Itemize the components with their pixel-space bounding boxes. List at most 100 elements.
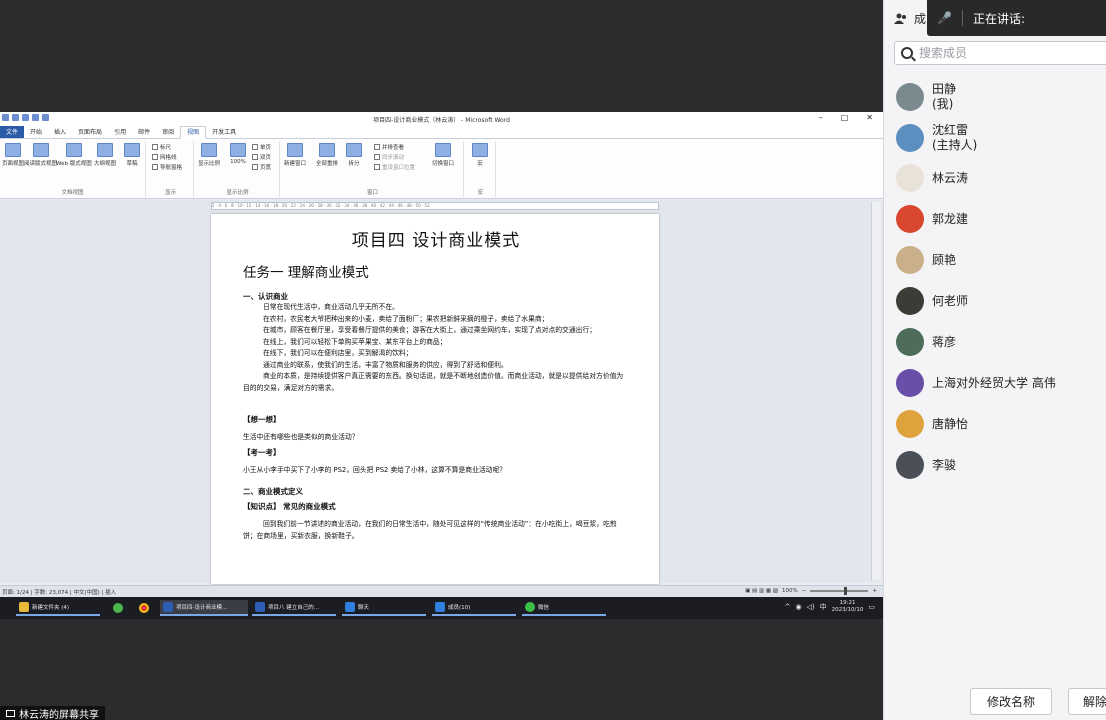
notification-icon[interactable]: ▭ bbox=[868, 603, 875, 611]
macro-button[interactable]: 宏 bbox=[472, 143, 488, 167]
speaking-indicator: 🎤 正在讲话: bbox=[927, 0, 1106, 36]
member-item[interactable]: 唐静怡 bbox=[896, 410, 968, 438]
document-page[interactable]: 项目四 设计商业模式 任务一 理解商业模式 一、认识商业 日常在现代生活中，商业… bbox=[211, 214, 659, 584]
taskbar-word-doc-2[interactable]: 项目八 建立自己的... bbox=[252, 600, 336, 616]
taskbar-wechat[interactable]: 微信 bbox=[522, 600, 606, 616]
member-name: 何老师 bbox=[932, 293, 969, 308]
new-window-button[interactable]: 新建窗口 bbox=[284, 143, 306, 167]
rename-button[interactable]: 修改名称 bbox=[970, 688, 1052, 715]
meeting-icon bbox=[435, 602, 445, 612]
split-button[interactable]: 拆分 bbox=[346, 143, 362, 167]
group-label: 显示 bbox=[164, 190, 176, 196]
tray-network-icon[interactable]: ◉ bbox=[795, 603, 801, 611]
ribbon: 页面视图 阅读版式视图 Web 版式视图 大纲视图 草稿 文档视图 标尺 网格线… bbox=[0, 139, 883, 199]
tab-file[interactable]: 文件 bbox=[0, 125, 25, 138]
ime-indicator[interactable]: 中 bbox=[820, 602, 827, 612]
tab-insert[interactable]: 插入 bbox=[48, 127, 72, 138]
members-icon bbox=[894, 13, 906, 24]
tray-volume-icon[interactable]: ◁) bbox=[807, 603, 815, 611]
gridlines-checkbox[interactable]: 网格线 bbox=[152, 153, 177, 161]
taskbar-members[interactable]: 成员(10) bbox=[432, 600, 516, 616]
member-name: 顾艳 bbox=[932, 252, 957, 267]
close-button[interactable]: ✕ bbox=[866, 113, 873, 122]
tab-mailings[interactable]: 邮件 bbox=[132, 127, 156, 138]
side-by-side-icon bbox=[374, 144, 380, 150]
sync-scroll-button[interactable]: 同步滚动 bbox=[374, 153, 404, 161]
search-input[interactable] bbox=[919, 46, 1079, 60]
member-item[interactable]: 田静 (我) bbox=[896, 82, 956, 112]
sync-scroll-icon bbox=[374, 154, 380, 160]
one-page-button[interactable]: 单页 bbox=[252, 143, 271, 151]
web-layout-button[interactable]: Web 版式视图 bbox=[56, 143, 92, 167]
meeting-icon bbox=[345, 602, 355, 612]
member-item[interactable]: 顾艳 bbox=[896, 246, 956, 274]
tab-review[interactable]: 审阅 bbox=[156, 127, 180, 138]
reset-window-button[interactable]: 重设窗口位置 bbox=[374, 163, 415, 171]
member-item[interactable]: 沈红雷 (主持人) bbox=[896, 123, 977, 153]
group-label: 宏 bbox=[477, 190, 484, 196]
reading-layout-button[interactable]: 阅读版式视图 bbox=[24, 143, 57, 167]
tab-view[interactable]: 视图 bbox=[180, 126, 207, 139]
group-label: 显示比例 bbox=[226, 190, 249, 196]
outline-icon bbox=[97, 143, 113, 157]
minimize-button[interactable]: – bbox=[819, 113, 823, 122]
tab-developer[interactable]: 开发工具 bbox=[206, 127, 242, 138]
avatar bbox=[896, 205, 924, 233]
screen-share-label: 林云涛的屏幕共享 bbox=[0, 706, 105, 720]
zoom-slider-thumb[interactable] bbox=[844, 587, 848, 595]
avatar bbox=[896, 451, 924, 479]
tray-chevron-icon[interactable]: ^ bbox=[785, 603, 791, 611]
checkbox-icon bbox=[152, 164, 158, 170]
view-buttons-icon[interactable]: ▣ ▤ ▥ ▦ ▧ bbox=[745, 588, 778, 594]
zoom-button[interactable]: 显示比例 bbox=[198, 143, 220, 167]
globe-icon bbox=[65, 143, 82, 157]
member-item[interactable]: 蒋彦 bbox=[896, 328, 956, 356]
member-item[interactable]: 林云涛 bbox=[896, 164, 968, 192]
zoom-100-button[interactable]: 100% bbox=[230, 143, 246, 165]
side-by-side-button[interactable]: 并排查看 bbox=[374, 143, 404, 151]
group-label: 窗口 bbox=[366, 190, 378, 196]
zoom-out-icon[interactable]: − bbox=[802, 588, 807, 594]
member-item[interactable]: 何老师 bbox=[896, 287, 968, 315]
arrange-all-button[interactable]: 全部重排 bbox=[316, 143, 338, 167]
outline-button[interactable]: 大纲视图 bbox=[94, 143, 116, 167]
maximize-button[interactable]: □ bbox=[841, 113, 849, 122]
checkbox-icon bbox=[152, 144, 158, 150]
word-icon bbox=[163, 602, 173, 612]
page-width-button[interactable]: 页宽 bbox=[252, 163, 271, 171]
taskbar-chat[interactable]: 聊天 bbox=[342, 600, 426, 616]
zoom-level: 100% bbox=[782, 588, 798, 594]
doc-paragraph: 商业的本质，是持续提供客户真正需要的东西。换句话说，就是不断地创造价值。而商业活… bbox=[243, 372, 624, 392]
horizontal-ruler[interactable]: 2 · 4 · 6 · 8 · 10 · 12 · 14 · 16 · 18 ·… bbox=[211, 202, 659, 210]
member-item[interactable]: 郭龙建 bbox=[896, 205, 968, 233]
arrange-icon bbox=[319, 143, 335, 157]
taskbar-app-green[interactable] bbox=[110, 600, 126, 616]
magnifier-icon bbox=[201, 143, 217, 157]
two-pages-button[interactable]: 双页 bbox=[252, 153, 271, 161]
tab-page-layout[interactable]: 页面布局 bbox=[72, 127, 108, 138]
zoom-slider[interactable] bbox=[810, 587, 869, 595]
nav-pane-checkbox[interactable]: 导航窗格 bbox=[152, 163, 182, 171]
clock[interactable]: 19:21 2023/10/10 bbox=[832, 600, 864, 614]
member-name: 田静 (我) bbox=[932, 82, 957, 111]
avatar bbox=[896, 164, 924, 192]
print-layout-button[interactable]: 页面视图 bbox=[2, 143, 24, 167]
draft-button[interactable]: 草稿 bbox=[124, 143, 140, 167]
tab-references[interactable]: 引用 bbox=[108, 127, 132, 138]
taskbar-explorer[interactable]: 新建文件夹 (4) bbox=[16, 600, 100, 616]
ribbon-tabs: 文件 开始 插入 页面布局 引用 邮件 审阅 视图 开发工具 bbox=[0, 125, 883, 139]
member-search[interactable] bbox=[894, 41, 1106, 65]
ribbon-group-show: 标尺 网格线 导航窗格 显示 bbox=[148, 141, 194, 197]
member-item[interactable]: 李骏 bbox=[896, 451, 956, 479]
macro-icon bbox=[472, 143, 488, 157]
taskbar-word-doc-1[interactable]: 项目四-设计商业模... bbox=[160, 600, 248, 616]
zoom-in-icon[interactable]: + bbox=[872, 588, 877, 594]
member-item[interactable]: 上海对外经贸大学 高伟 bbox=[896, 369, 1056, 397]
ruler-checkbox[interactable]: 标尺 bbox=[152, 143, 171, 151]
new-window-icon bbox=[287, 143, 303, 157]
unmute-button[interactable]: 解除 bbox=[1068, 688, 1106, 715]
tab-home[interactable]: 开始 bbox=[24, 127, 48, 138]
taskbar-chrome[interactable] bbox=[136, 600, 152, 616]
vertical-scrollbar[interactable] bbox=[871, 202, 881, 580]
switch-window-button[interactable]: 切换窗口 bbox=[432, 143, 454, 167]
